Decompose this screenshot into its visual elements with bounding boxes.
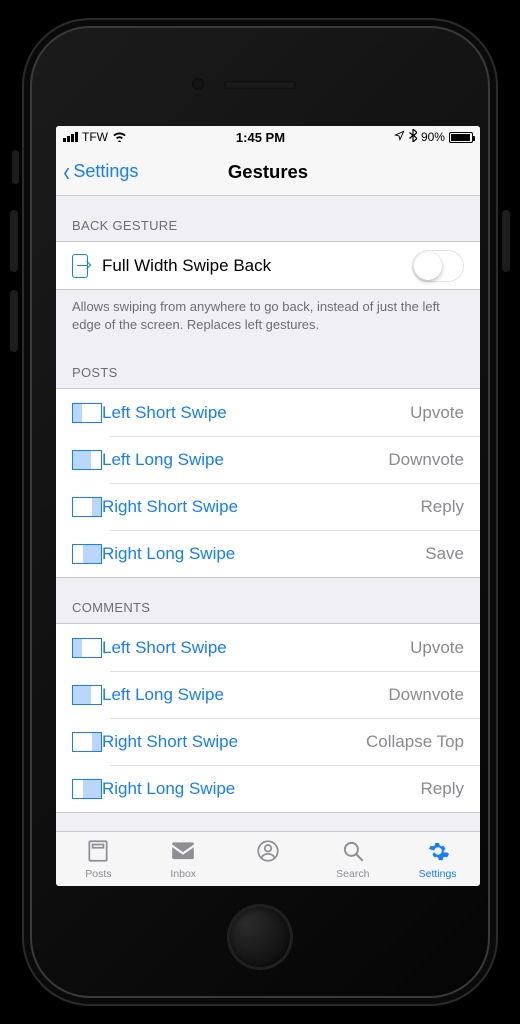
row-label: Right Short Swipe	[102, 732, 366, 752]
row-label: Left Long Swipe	[102, 685, 388, 705]
earpiece-speaker	[224, 81, 296, 89]
chevron-left-icon: ‹	[63, 158, 70, 186]
clock-label: 1:45 PM	[236, 130, 285, 145]
posts-icon	[85, 838, 111, 867]
left-long-swipe-icon	[72, 685, 102, 705]
back-label: Settings	[73, 161, 138, 182]
row-detail: Collapse Top	[366, 732, 464, 752]
swipe-phone-icon	[72, 254, 88, 278]
tab-posts[interactable]: Posts	[56, 832, 141, 886]
gear-icon	[425, 838, 451, 867]
battery-icon	[449, 132, 473, 143]
front-camera	[192, 78, 204, 90]
bluetooth-icon	[409, 129, 417, 145]
row-label: Left Short Swipe	[102, 638, 410, 658]
row-detail: Downvote	[388, 450, 464, 470]
tab-label: Posts	[85, 868, 111, 880]
row-label: Right Long Swipe	[102, 779, 421, 799]
content-scroll[interactable]: BACK GESTURE Full Width Swipe Back Allow…	[56, 196, 480, 831]
status-bar: TFW 1:45 PM 90%	[56, 126, 480, 148]
full-width-swipe-toggle[interactable]	[412, 250, 464, 282]
nav-bar: ‹ Settings Gestures	[56, 148, 480, 196]
signal-icon	[63, 132, 78, 142]
mute-switch[interactable]	[12, 150, 19, 184]
tab-label: Search	[336, 868, 369, 880]
tab-label: Inbox	[170, 868, 196, 880]
row-posts-left-short[interactable]: Left Short Swipe Upvote	[56, 389, 480, 436]
row-posts-left-long[interactable]: Left Long Swipe Downvote	[56, 436, 480, 483]
section-header-comments: COMMENTS	[56, 578, 480, 623]
location-icon	[394, 130, 405, 144]
carrier-label: TFW	[82, 130, 108, 144]
row-comments-left-short[interactable]: Left Short Swipe Upvote	[56, 624, 480, 671]
battery-pct-label: 90%	[421, 130, 445, 144]
row-comments-right-long[interactable]: Right Long Swipe Reply	[56, 765, 480, 812]
tab-inbox[interactable]: Inbox	[141, 832, 226, 886]
row-label: Full Width Swipe Back	[102, 256, 412, 276]
row-detail: Reply	[421, 779, 464, 799]
inbox-icon	[170, 838, 196, 867]
right-long-swipe-icon	[72, 779, 102, 799]
account-icon	[255, 838, 281, 867]
row-comments-right-short[interactable]: Right Short Swipe Collapse Top	[56, 718, 480, 765]
tab-bar: Posts Inbox	[56, 831, 480, 886]
back-button[interactable]: ‹ Settings	[62, 148, 138, 195]
section-footer-back-gesture: Allows swiping from anywhere to go back,…	[56, 290, 480, 343]
right-long-swipe-icon	[72, 544, 102, 564]
row-full-width-swipe[interactable]: Full Width Swipe Back	[56, 242, 480, 289]
row-comments-left-long[interactable]: Left Long Swipe Downvote	[56, 671, 480, 718]
section-header-back-gesture: BACK GESTURE	[56, 196, 480, 241]
power-button[interactable]	[502, 210, 510, 272]
row-detail: Reply	[421, 497, 464, 517]
page-title: Gestures	[228, 161, 308, 183]
tab-search[interactable]: Search	[310, 832, 395, 886]
home-button[interactable]	[227, 904, 293, 970]
screen: TFW 1:45 PM 90%	[56, 126, 480, 886]
row-label: Left Short Swipe	[102, 403, 410, 423]
row-detail: Upvote	[410, 638, 464, 658]
volume-down-button[interactable]	[10, 290, 18, 352]
row-detail: Save	[425, 544, 464, 564]
device-frame: TFW 1:45 PM 90%	[22, 18, 498, 1006]
tab-account[interactable]	[226, 832, 311, 886]
volume-up-button[interactable]	[10, 210, 18, 272]
row-label: Right Long Swipe	[102, 544, 425, 564]
row-label: Right Short Swipe	[102, 497, 421, 517]
search-icon	[340, 838, 366, 867]
row-label: Left Long Swipe	[102, 450, 388, 470]
row-posts-right-long[interactable]: Right Long Swipe Save	[56, 530, 480, 577]
left-long-swipe-icon	[72, 450, 102, 470]
row-detail: Downvote	[388, 685, 464, 705]
left-short-swipe-icon	[72, 403, 102, 423]
tab-label	[267, 868, 270, 880]
section-header-posts: POSTS	[56, 343, 480, 388]
row-posts-right-short[interactable]: Right Short Swipe Reply	[56, 483, 480, 530]
tab-label: Settings	[419, 868, 457, 880]
right-short-swipe-icon	[72, 732, 102, 752]
tab-settings[interactable]: Settings	[395, 832, 480, 886]
wifi-icon	[112, 130, 127, 145]
row-detail: Upvote	[410, 403, 464, 423]
right-short-swipe-icon	[72, 497, 102, 517]
left-short-swipe-icon	[72, 638, 102, 658]
